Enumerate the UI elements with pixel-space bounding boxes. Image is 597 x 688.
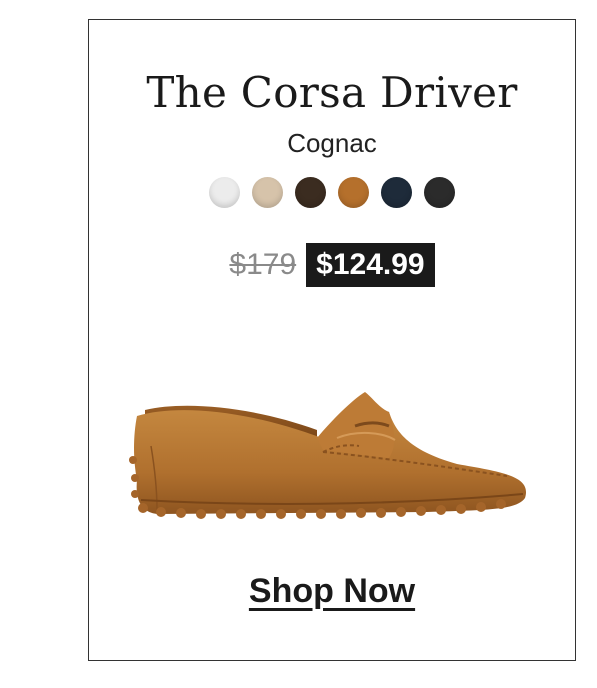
product-color-name: Cognac (287, 128, 377, 158)
original-price: $179 (229, 248, 297, 281)
color-swatches (89, 177, 575, 208)
swatch-dark-brown[interactable] (295, 177, 326, 208)
product-title: The Corsa Driver (146, 68, 518, 117)
product-card: The Corsa Driver Cognac $179 $124.99 Sho… (88, 19, 576, 661)
swatch-cognac[interactable] (338, 177, 369, 208)
shop-now-link[interactable]: Shop Now (249, 572, 415, 610)
shop-now-container: Shop Now (89, 572, 575, 611)
swatch-white[interactable] (209, 177, 240, 208)
swatch-navy[interactable] (381, 177, 412, 208)
price-row: $179 $124.99 (89, 243, 575, 287)
swatch-black[interactable] (424, 177, 455, 208)
swatch-bone[interactable] (252, 177, 283, 208)
product-image[interactable] (127, 360, 535, 520)
sale-price: $124.99 (306, 243, 435, 287)
